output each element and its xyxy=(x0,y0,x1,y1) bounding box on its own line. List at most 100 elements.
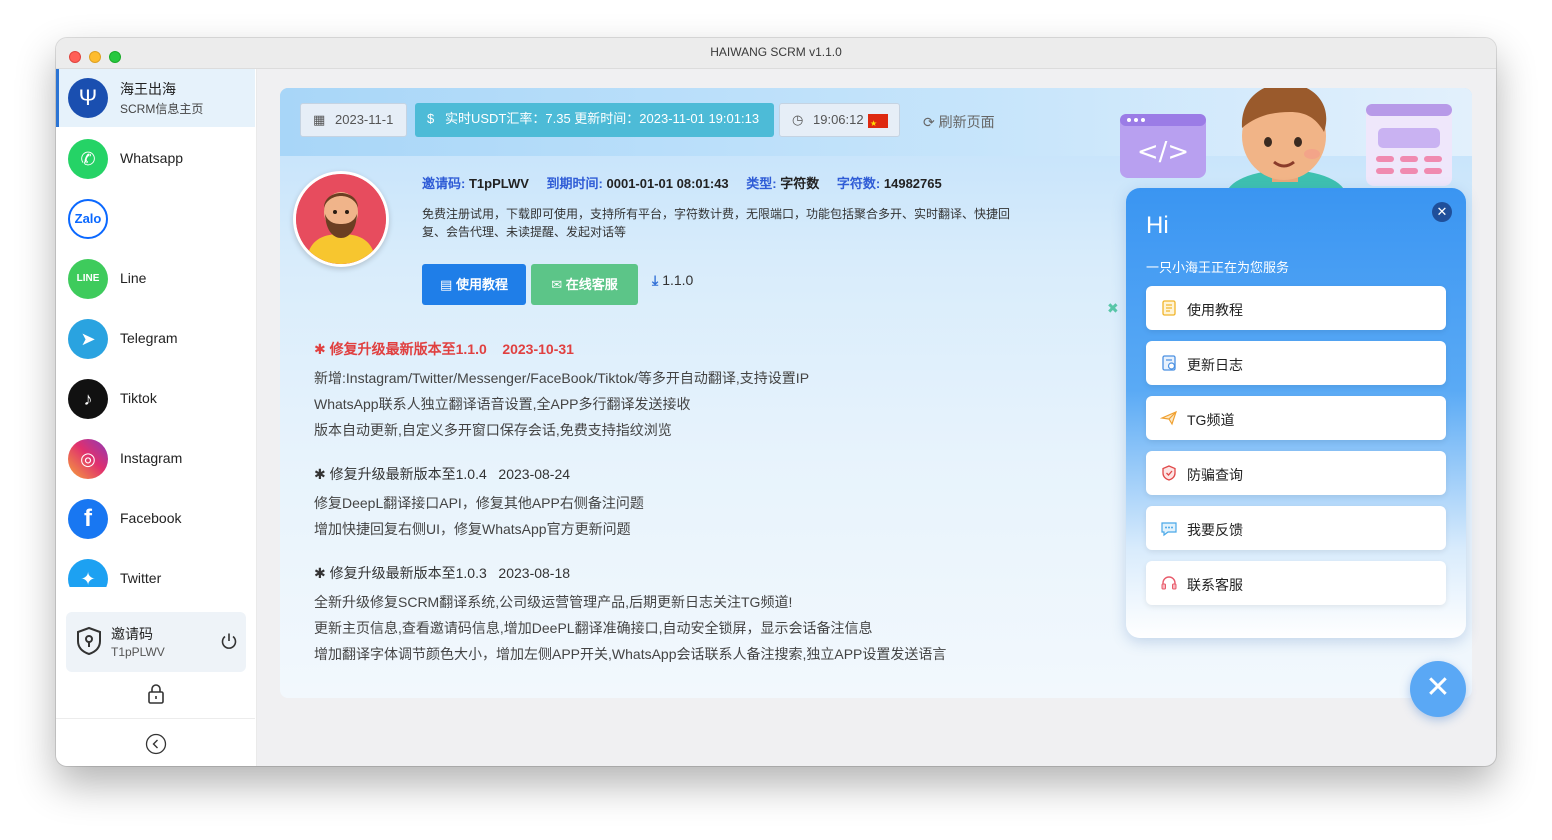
sidebar-item-tiktok[interactable]: ♪ Tiktok xyxy=(56,371,255,427)
collapse-sidebar-icon[interactable] xyxy=(145,733,167,755)
changelog-line: 版本自动更新,自定义多开窗口保存会话,免费支持指纹浏览 xyxy=(314,422,672,438)
changelog-title-text: 修复升级最新版本至1.1.0 2023-10-31 xyxy=(329,341,574,357)
chat-item-contact-support[interactable]: 联系客服 xyxy=(1146,561,1446,605)
chat-item-changelog[interactable]: 更新日志 xyxy=(1146,341,1446,385)
window-title: HAIWANG SCRM v1.1.0 xyxy=(710,45,842,59)
chat-close-icon[interactable]: ✕ xyxy=(1432,202,1452,222)
close-window-button[interactable] xyxy=(69,51,81,63)
tutorial-button[interactable]: ▤ 使用教程 xyxy=(422,264,526,305)
chat-item-label: TG频道 xyxy=(1187,412,1235,428)
clock-value: 19:06:12 xyxy=(813,112,864,127)
char-count-value: 14982765 xyxy=(883,176,942,191)
usdt-rate-chip: $ 实时USDT汇率：7.35 更新时间：2023-11-01 19:01:13 xyxy=(415,103,774,137)
log-icon xyxy=(1162,355,1176,371)
sidebar-item-label: Twitter xyxy=(120,570,162,586)
zoom-window-button[interactable] xyxy=(109,51,121,63)
line-icon: LINE xyxy=(68,259,108,299)
lock-icon[interactable] xyxy=(145,683,167,705)
account-info-line: 邀请码: T1pPLWV 到期时间: 0001-01-01 08:01:43 类… xyxy=(422,173,956,192)
type-key: 类型: xyxy=(746,176,777,191)
expire-key: 到期时间: xyxy=(546,176,603,191)
chat-item-feedback[interactable]: 我要反馈 xyxy=(1146,506,1446,550)
changelog-title: ✱ 修复升级最新版本至1.0.4 2023-08-24 xyxy=(314,464,570,484)
whatsapp-icon: ✆ xyxy=(68,139,108,179)
sidebar-divider xyxy=(56,718,255,719)
form-window-illustration xyxy=(1366,104,1452,186)
sidebar: Ψ 海王出海 SCRM信息主页 ✆ Whatsapp Zalo LINE Lin… xyxy=(56,69,257,766)
asterisk-icon: ✱ xyxy=(314,341,330,357)
type-value: 字符数 xyxy=(780,176,820,191)
chat-item-label: 联系客服 xyxy=(1187,577,1243,593)
dollar-icon: $ xyxy=(427,111,435,126)
sidebar-item-telegram[interactable]: ➤ Telegram xyxy=(56,311,255,367)
minimize-window-button[interactable] xyxy=(89,51,101,63)
expire-value: 0001-01-01 08:01:43 xyxy=(606,176,729,191)
sidebar-item-facebook[interactable]: f Facebook xyxy=(56,491,255,547)
online-support-label: 在线客服 xyxy=(565,277,618,292)
download-version-link[interactable]: ⤓ 1.1.0 xyxy=(652,272,693,289)
product-description: 免费注册试用，下载即可使用，支持所有平台，字符数计费，无限端口，功能包括聚合多开… xyxy=(422,207,1011,239)
online-support-button[interactable]: ✉ 在线客服 xyxy=(531,264,638,305)
invite-code-value: T1pPLWV xyxy=(111,645,165,659)
changelog-line: 修复DeepL翻译接口API，修复其他APP右侧备注问题 xyxy=(314,495,644,511)
invite-code-text: T1pPLWV xyxy=(468,176,529,191)
chat-item-tg-channel[interactable]: TG频道 xyxy=(1146,396,1446,440)
sparkle-icon: ✖ xyxy=(1107,300,1119,316)
sidebar-item-home[interactable]: Ψ 海王出海 SCRM信息主页 xyxy=(56,69,255,127)
usdt-rate-text: 实时USDT汇率：7.35 更新时间：2023-11-01 19:01:13 xyxy=(445,111,760,126)
headset-icon xyxy=(1161,576,1177,590)
changelog-line: 新增:Instagram/Twitter/Messenger/FaceBook/… xyxy=(314,370,810,386)
sidebar-item-label: Tiktok xyxy=(120,390,157,406)
asterisk-icon: ✱ xyxy=(314,466,330,482)
refresh-page-button[interactable]: ⟳ 刷新页面 xyxy=(923,112,995,132)
sidebar-item-label: Line xyxy=(120,270,147,286)
chat-bubble-icon xyxy=(1161,522,1177,537)
asterisk-icon: ✱ xyxy=(314,565,330,581)
shield-icon xyxy=(77,626,101,656)
changelog-line: 更新主页信息,查看邀请码信息,增加DeePL翻译准确接口,自动安全锁屏，显示会话… xyxy=(314,620,873,636)
sidebar-item-whatsapp[interactable]: ✆ Whatsapp xyxy=(56,131,255,187)
facebook-icon: f xyxy=(68,499,108,539)
sidebar-item-zalo[interactable]: Zalo xyxy=(56,191,255,247)
changelog-line: WhatsApp联系人独立翻译语音设置,全APP多行翻译发送接收 xyxy=(314,396,691,412)
sidebar-item-label: Instagram xyxy=(120,450,183,466)
clock-icon: ◷ xyxy=(792,112,804,127)
sidebar-item-instagram[interactable]: ◎ Instagram xyxy=(56,431,255,487)
sidebar-item-twitter[interactable]: ✦ Twitter xyxy=(56,551,255,587)
tutorial-button-label: 使用教程 xyxy=(455,277,508,292)
chat-subtitle: 一只小海王正在为您服务 xyxy=(1146,260,1290,275)
zalo-icon: Zalo xyxy=(68,199,108,239)
chat-greeting: Hi xyxy=(1146,212,1169,239)
chat-bubble-icon: ✉ xyxy=(551,277,563,292)
sidebar-item-label: Facebook xyxy=(120,510,182,526)
chat-item-label: 防骗查询 xyxy=(1187,467,1243,483)
chat-item-tutorial[interactable]: 使用教程 xyxy=(1146,286,1446,330)
date-chip: ▦ 2023-11-1 xyxy=(300,103,407,137)
twitter-icon: ✦ xyxy=(68,559,108,587)
invite-code-label: 邀请码 xyxy=(111,626,153,642)
char-count-key: 字符数: xyxy=(836,176,881,191)
tiktok-icon: ♪ xyxy=(68,379,108,419)
user-avatar xyxy=(293,171,389,267)
chat-widget: Hi 一只小海王正在为您服务 ✕ 使用教程 更新日志 TG频道 防骗查询 我要反… xyxy=(1126,188,1466,638)
cartoon-person-illustration xyxy=(1226,88,1346,198)
sidebar-item-line[interactable]: LINE Line xyxy=(56,251,255,307)
chat-item-label: 我要反馈 xyxy=(1187,522,1243,538)
document-icon: ▤ xyxy=(440,277,453,292)
version-text: 1.1.0 xyxy=(662,272,694,288)
clock-chip: ◷ 19:06:12 xyxy=(779,103,900,140)
invite-code-card: 邀请码 T1pPLWV xyxy=(66,612,246,672)
calendar-icon: ▦ xyxy=(313,112,326,127)
code-window-illustration: </> xyxy=(1120,114,1206,178)
brand-subtitle: SCRM信息主页 xyxy=(120,102,204,116)
changelog-line: 增加快捷回复右侧UI，修复WhatsApp官方更新问题 xyxy=(314,521,631,537)
chat-item-anti-fraud[interactable]: 防骗查询 xyxy=(1146,451,1446,495)
sidebar-item-label: Whatsapp xyxy=(120,150,184,166)
invite-code-key: 邀请码: xyxy=(422,176,466,191)
svg-text:</>: </> xyxy=(1137,137,1189,167)
power-icon[interactable] xyxy=(220,632,238,650)
chat-toggle-close-icon[interactable]: ✕ xyxy=(1410,661,1466,717)
refresh-label: 刷新页面 xyxy=(938,114,995,130)
china-flag-icon xyxy=(868,108,888,140)
paper-plane-icon xyxy=(1160,410,1177,426)
